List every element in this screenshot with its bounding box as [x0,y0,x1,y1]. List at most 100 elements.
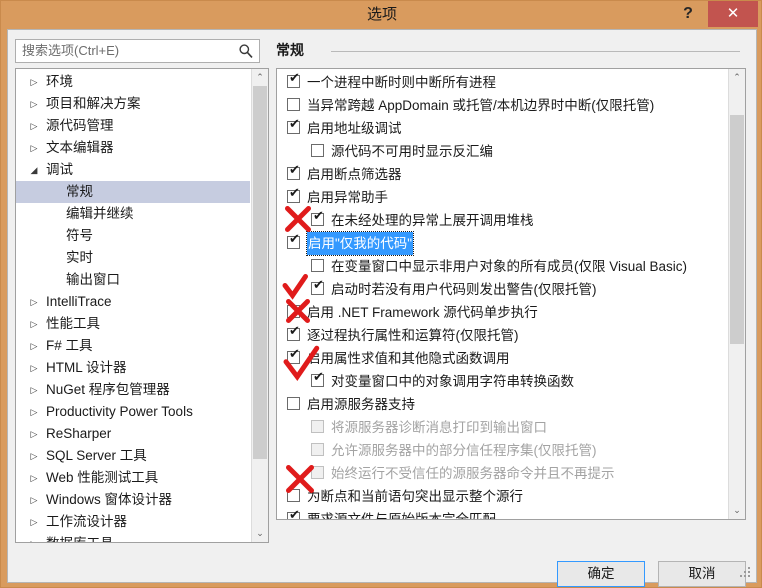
tree-collapsed-arrow-icon[interactable]: ▷ [28,115,40,137]
option-row[interactable]: ✔ 对变量窗口中的对象调用字符串转换函数 [277,370,728,393]
sidebar-item[interactable]: ▷ 数据库工具 [16,533,250,542]
sidebar-item[interactable]: 符号 [16,225,250,247]
sidebar-item[interactable]: ▷ Productivity Power Tools [16,401,250,423]
option-row[interactable]: 允许源服务器中的部分信任程序集(仅限托管) [277,439,728,462]
checkbox-checked[interactable]: ✔ [311,210,324,226]
sidebar-item[interactable]: ▷ SQL Server 工具 [16,445,250,467]
sidebar-item-label: NuGet 程序包管理器 [46,382,170,397]
sidebar-item[interactable]: ▷ IntelliTrace [16,291,250,313]
option-row[interactable]: ✔ 要求源文件与原始版本完全匹配 [277,508,728,520]
sidebar-item[interactable]: ▷ Web 性能测试工具 [16,467,250,489]
checkbox-unchecked[interactable] [311,466,324,479]
checkbox-checked[interactable]: ✔ [287,509,300,519]
option-row[interactable]: 为断点和当前语句突出显示整个源行 [277,485,728,508]
option-row[interactable]: 源代码不可用时显示反汇编 [277,140,728,163]
sidebar-item[interactable]: ▷ Windows 窗体设计器 [16,489,250,511]
option-row[interactable]: ✔ 启用断点筛选器 [277,163,728,186]
sidebar-item[interactable]: 实时 [16,247,250,269]
tree-collapsed-arrow-icon[interactable]: ▷ [28,445,40,467]
tree-collapsed-arrow-icon[interactable]: ▷ [28,71,40,93]
tree-collapsed-arrow-icon[interactable]: ▷ [28,423,40,445]
tree-collapsed-arrow-icon[interactable]: ▷ [28,137,40,159]
sidebar-item-label: 文本编辑器 [46,140,114,155]
option-row[interactable]: 启用源服务器支持 [277,393,728,416]
checkbox-checked[interactable]: ✔ [311,371,324,387]
search-box[interactable]: 搜索选项(Ctrl+E) [15,39,260,63]
tree-collapsed-arrow-icon[interactable]: ▷ [28,379,40,401]
options-scrollbar[interactable]: ⌃ ⌄ [728,69,745,519]
checkbox-checked[interactable]: ✔ [287,187,300,203]
options-scroll-thumb[interactable] [730,115,744,344]
option-row[interactable]: ✔ 启用"仅我的代码" [277,231,728,256]
option-row[interactable]: ✔ 逐过程执行属性和运算符(仅限托管) [277,324,728,347]
sidebar-item[interactable]: ◢ 调试 [16,159,250,181]
checkbox-unchecked[interactable] [287,305,300,318]
checkbox-unchecked[interactable] [287,98,300,111]
checkbox-checked[interactable]: ✔ [287,348,300,364]
option-row[interactable]: ✔ 启用地址级调试 [277,117,728,140]
option-label: 要求源文件与原始版本完全匹配 [307,512,496,520]
checkbox-checked[interactable]: ✔ [287,325,300,341]
checkbox-unchecked[interactable] [311,420,324,433]
sidebar-item-label: F# 工具 [46,338,93,353]
sidebar-item[interactable]: ▷ ReSharper [16,423,250,445]
resize-grip[interactable] [740,567,752,579]
sidebar-item[interactable]: ▷ HTML 设计器 [16,357,250,379]
sidebar-item[interactable]: 常规 [16,181,250,203]
sidebar-item[interactable]: ▷ 性能工具 [16,313,250,335]
option-row[interactable]: 始终运行不受信任的源服务器命令并且不再提示 [277,462,728,485]
tree-collapsed-arrow-icon[interactable]: ▷ [28,357,40,379]
checkbox-unchecked[interactable] [311,144,324,157]
ok-button[interactable]: 确定 [557,561,645,587]
option-label: 在未经处理的异常上展开调用堆栈 [331,213,534,228]
sidebar-item[interactable]: ▷ F# 工具 [16,335,250,357]
search-input[interactable]: 搜索选项(Ctrl+E) [22,40,227,62]
sidebar-item[interactable]: ▷ 项目和解决方案 [16,93,250,115]
checkbox-checked[interactable]: ✔ [287,164,300,180]
tree-collapsed-arrow-icon[interactable]: ▷ [28,467,40,489]
tree-collapsed-arrow-icon[interactable]: ▷ [28,401,40,423]
sidebar-item-label: 环境 [46,74,73,89]
options-scroll-up-arrow-icon[interactable]: ⌃ [729,69,745,86]
option-row[interactable]: ✔ 一个进程中断时则中断所有进程 [277,71,728,94]
option-row[interactable]: ✔ 启用异常助手 [277,186,728,209]
option-row[interactable]: 在变量窗口中显示非用户对象的所有成员(仅限 Visual Basic) [277,255,728,278]
checkbox-unchecked[interactable] [287,489,300,502]
option-row[interactable]: ✔ 启动时若没有用户代码则发出警告(仅限托管) [277,278,728,301]
tree-collapsed-arrow-icon[interactable]: ▷ [28,335,40,357]
sidebar-item[interactable]: ▷ 环境 [16,71,250,93]
checkbox-unchecked[interactable] [311,259,324,272]
sidebar-item[interactable]: 编辑并继续 [16,203,250,225]
tree-scroll-down-arrow-icon[interactable]: ⌄ [252,525,268,542]
option-row[interactable]: 当异常跨越 AppDomain 或托管/本机边界时中断(仅限托管) [277,94,728,117]
tree-expanded-arrow-icon[interactable]: ◢ [28,159,40,181]
tree-collapsed-arrow-icon[interactable]: ▷ [28,533,40,542]
option-row[interactable]: 将源服务器诊断消息打印到输出窗口 [277,416,728,439]
option-row[interactable]: ✔ 在未经处理的异常上展开调用堆栈 [277,209,728,232]
checkbox-checked[interactable]: ✔ [311,279,324,295]
checkbox-unchecked[interactable] [311,443,324,456]
tree-scroll-thumb[interactable] [253,86,267,460]
cancel-button[interactable]: 取消 [658,561,746,587]
checkbox-checked[interactable]: ✔ [287,72,300,88]
sidebar-item[interactable]: ▷ 文本编辑器 [16,137,250,159]
checkbox-checked[interactable]: ✔ [287,233,300,249]
tree-collapsed-arrow-icon[interactable]: ▷ [28,313,40,335]
sidebar-item[interactable]: ▷ 源代码管理 [16,115,250,137]
tree-collapsed-arrow-icon[interactable]: ▷ [28,489,40,511]
sidebar-item[interactable]: ▷ NuGet 程序包管理器 [16,379,250,401]
sidebar-item[interactable]: ▷ 工作流设计器 [16,511,250,533]
tree-scroll-up-arrow-icon[interactable]: ⌃ [252,69,268,86]
help-button[interactable]: ? [675,1,701,27]
checkbox-checked[interactable]: ✔ [287,118,300,134]
tree-collapsed-arrow-icon[interactable]: ▷ [28,93,40,115]
tree-collapsed-arrow-icon[interactable]: ▷ [28,291,40,313]
option-row[interactable]: 启用 .NET Framework 源代码单步执行 [277,301,728,324]
sidebar-item[interactable]: 输出窗口 [16,269,250,291]
options-scroll-down-arrow-icon[interactable]: ⌄ [729,502,745,519]
checkbox-unchecked[interactable] [287,397,300,410]
close-button[interactable]: ✕ [708,1,758,27]
tree-collapsed-arrow-icon[interactable]: ▷ [28,511,40,533]
tree-scrollbar[interactable]: ⌃ ⌄ [251,69,268,542]
option-row[interactable]: ✔ 启用属性求值和其他隐式函数调用 [277,347,728,370]
